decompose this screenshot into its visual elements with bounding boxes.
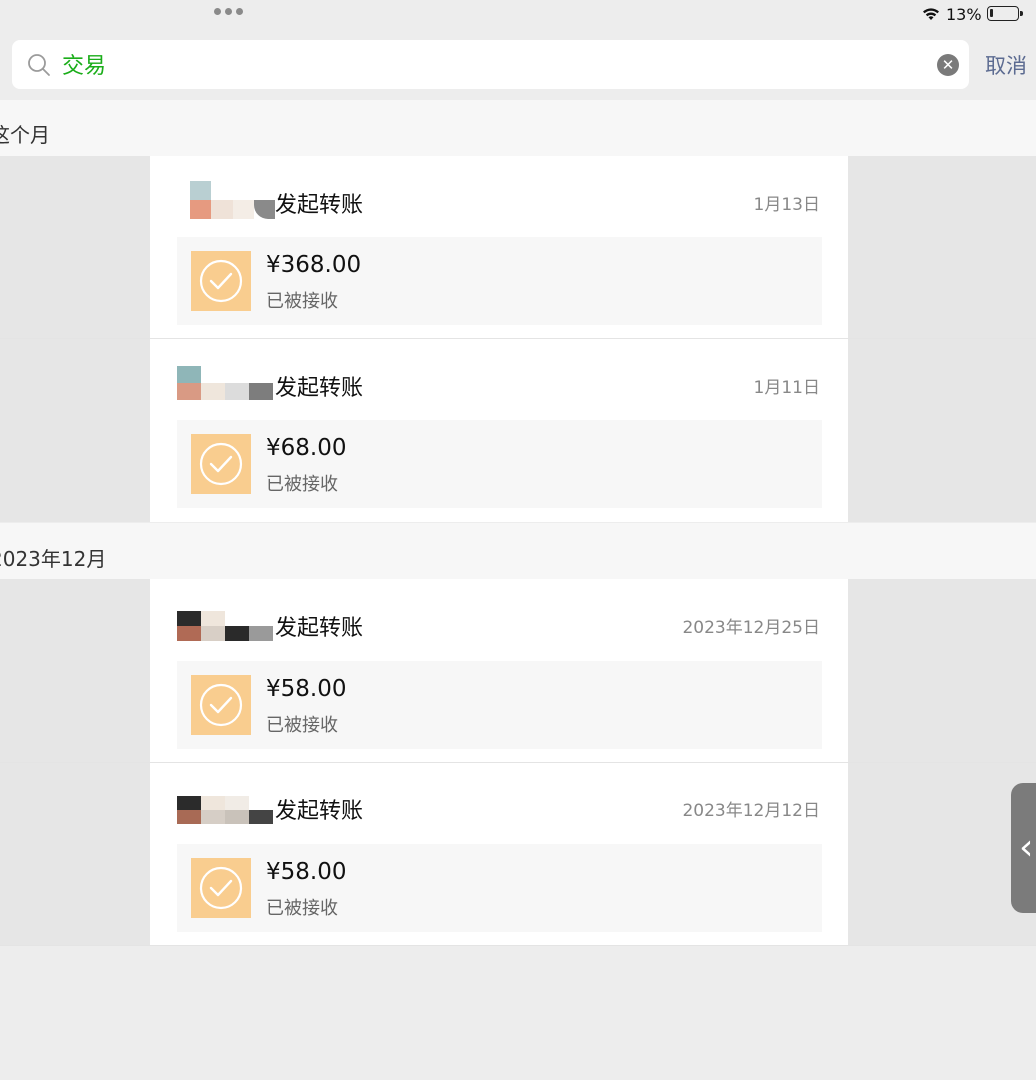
item-date: 1月11日 xyxy=(753,378,820,398)
search-bar: ✕ xyxy=(12,40,969,89)
item-date: 2023年12月25日 xyxy=(682,618,820,638)
multitask-dots-icon[interactable] xyxy=(214,8,243,15)
clear-icon[interactable]: ✕ xyxy=(937,54,959,76)
item-date: 2023年12月12日 xyxy=(682,801,820,821)
transfer-amount: ¥68.00 xyxy=(266,435,347,461)
list-item[interactable]: 发起转账 1月13日 ¥368.00 已被接收 xyxy=(150,156,848,338)
section-header-strip xyxy=(0,523,1036,579)
transfer-detail: ¥58.00 已被接收 xyxy=(177,661,822,749)
battery-percentage: 13% xyxy=(946,5,982,24)
item-title: 发起转账 xyxy=(275,799,364,824)
transfer-status: 已被接收 xyxy=(266,474,338,495)
avatar xyxy=(177,366,273,400)
battery-level xyxy=(990,9,993,17)
transfer-status: 已被接收 xyxy=(266,898,338,919)
transfer-status: 已被接收 xyxy=(266,715,338,736)
search-icon xyxy=(28,54,50,76)
transfer-status: 已被接收 xyxy=(266,291,338,312)
transfer-amount: ¥368.00 xyxy=(266,252,362,278)
check-circle-icon xyxy=(191,251,251,311)
transfer-detail: ¥368.00 已被接收 xyxy=(177,237,822,325)
transfer-detail: ¥68.00 已被接收 xyxy=(177,420,822,508)
item-title: 发起转账 xyxy=(275,193,364,218)
cancel-button[interactable]: 取消 xyxy=(985,50,1027,80)
list-item[interactable]: 发起转账 2023年12月25日 ¥58.00 已被接收 xyxy=(150,579,848,762)
item-title: 发起转账 xyxy=(275,376,364,401)
status-bar: 13% xyxy=(0,0,1036,30)
check-circle-icon xyxy=(191,434,251,494)
transfer-detail: ¥58.00 已被接收 xyxy=(177,844,822,932)
search-input[interactable] xyxy=(62,47,922,81)
list-item[interactable]: 发起转账 2023年12月12日 ¥58.00 已被接收 xyxy=(150,763,848,945)
check-circle-icon xyxy=(191,675,251,735)
transfer-amount: ¥58.00 xyxy=(266,676,347,702)
app-window: 13% ✕ 取消 这个月 发起转账 1月13日 ¥368.00 已被接收 xyxy=(0,0,1036,1080)
avatar xyxy=(190,181,275,219)
avatar xyxy=(177,611,273,641)
side-band-left xyxy=(0,156,150,522)
section-header-strip xyxy=(0,100,1036,156)
avatar xyxy=(177,796,273,824)
item-date: 1月13日 xyxy=(753,195,820,215)
divider xyxy=(0,945,1036,946)
side-band-right xyxy=(848,156,1036,522)
transfer-amount: ¥58.00 xyxy=(266,859,347,885)
list-item[interactable]: 发起转账 1月11日 ¥68.00 已被接收 xyxy=(150,339,848,522)
battery-icon xyxy=(987,6,1023,21)
chevron-left-icon[interactable]: ‹ xyxy=(1011,783,1036,913)
section-header: 这个月 xyxy=(0,123,50,147)
check-circle-icon xyxy=(191,858,251,918)
wifi-icon xyxy=(923,8,939,20)
section-header: 2023年12月 xyxy=(0,547,107,571)
item-title: 发起转账 xyxy=(275,616,364,641)
